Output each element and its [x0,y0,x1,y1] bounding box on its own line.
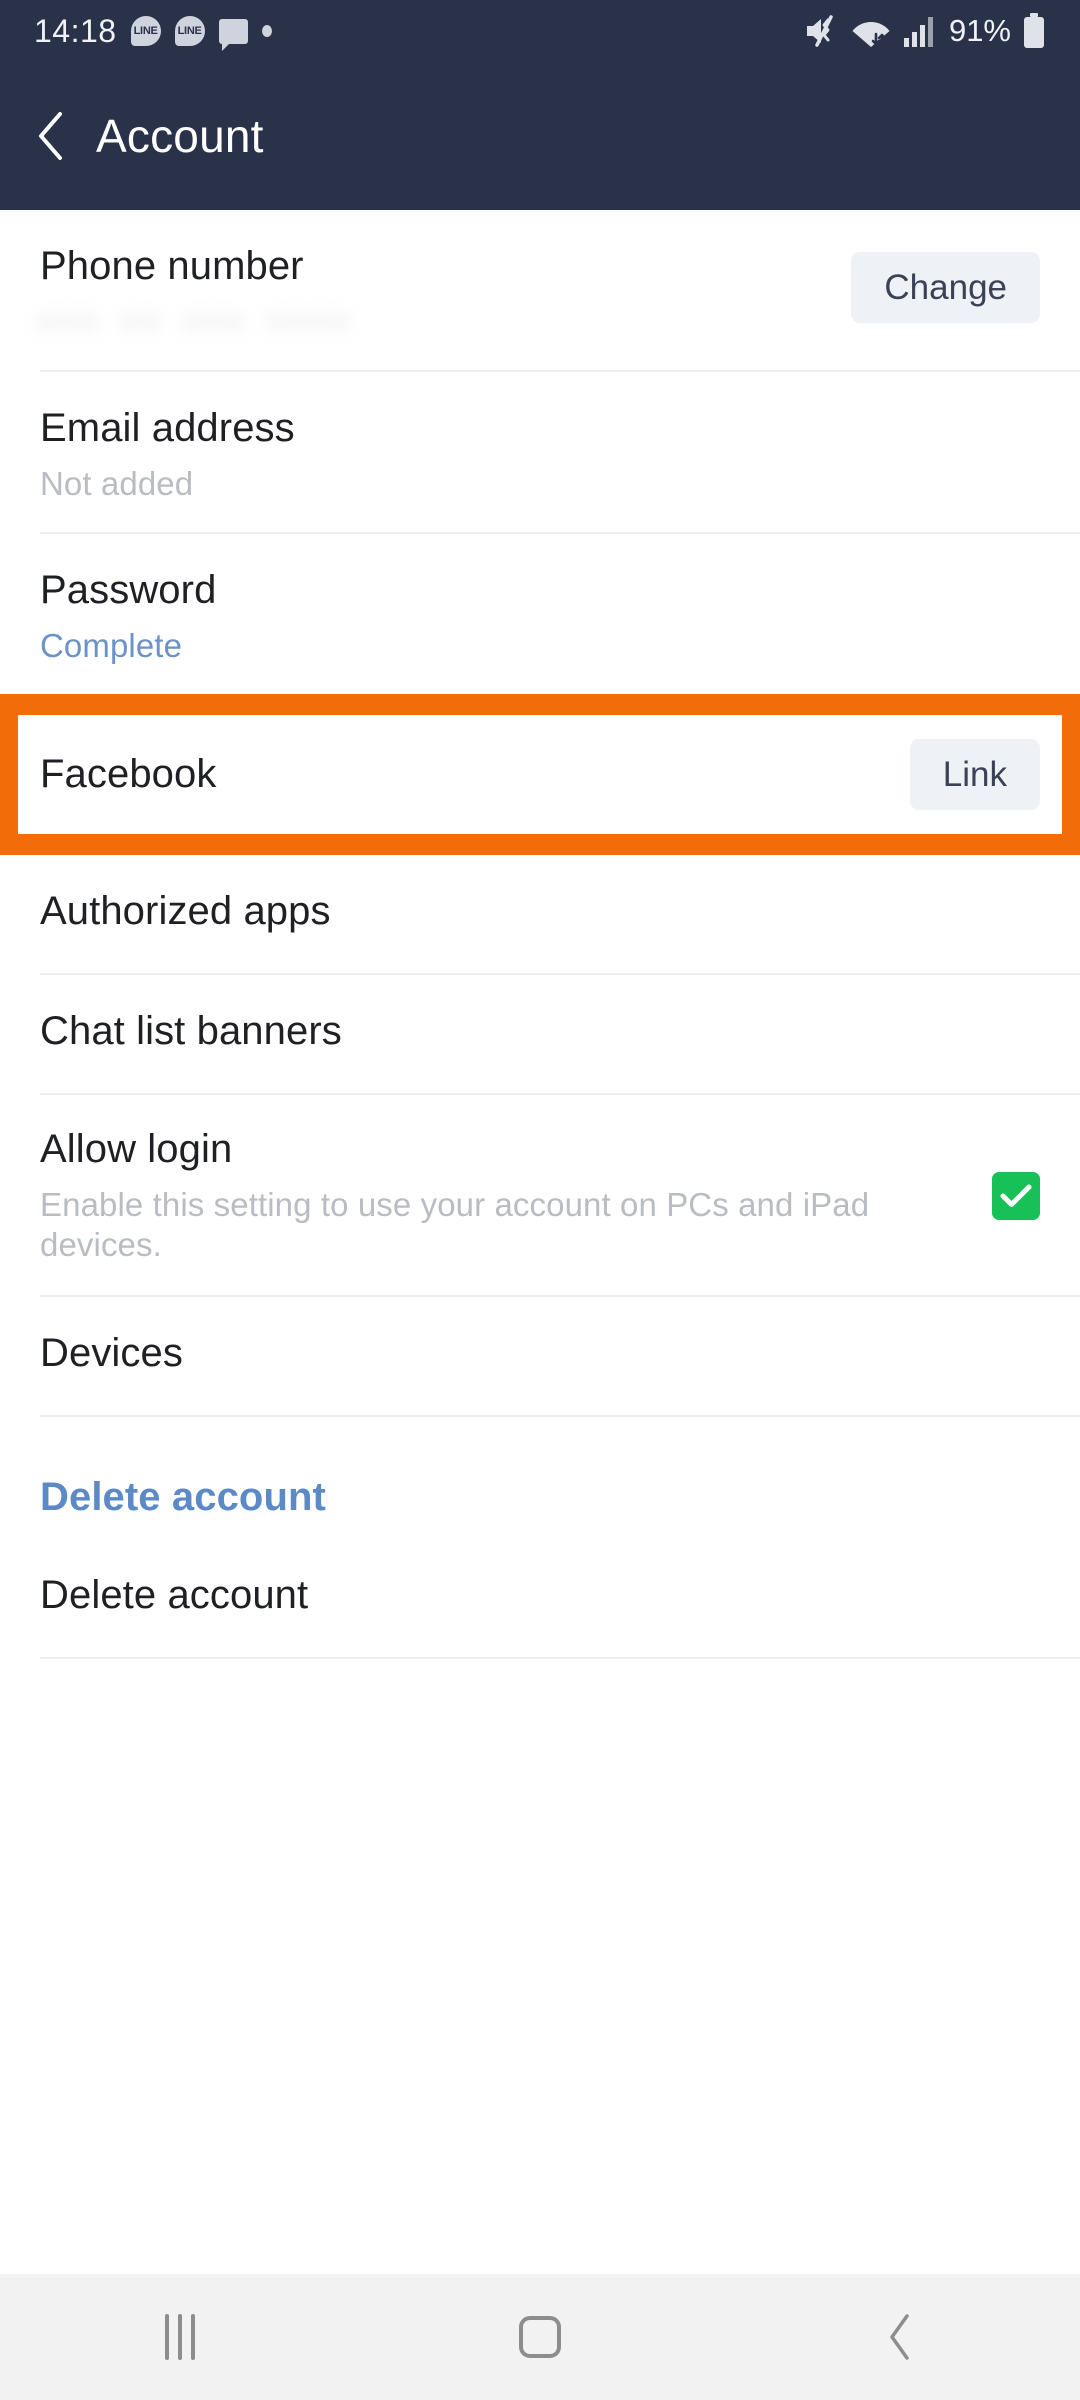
back-icon [890,2314,909,2360]
phone-number-value: ••• •• ••• •••• [40,302,357,340]
row-delete-account[interactable]: Delete account [0,1547,1080,1658]
row-title: Phone number [40,244,304,288]
row-allow-login[interactable]: Allow login Enable this setting to use y… [0,1095,1080,1296]
back-chevron-icon[interactable] [34,110,68,162]
mute-icon [806,15,833,47]
row-title: Email address [40,406,295,451]
row-authorized-apps[interactable]: Authorized apps [0,855,1080,974]
line-icon: LINE [130,16,161,46]
row-title: Delete account [40,1573,309,1618]
home-button[interactable] [360,2274,720,2400]
status-time: 14:18 [34,12,117,49]
dot-icon [261,25,272,37]
status-bar-right: 91% [804,13,1046,49]
status-bar-left: 14:18 LINE LINE [34,12,272,51]
change-button[interactable]: Change [851,252,1040,323]
highlight-frame: Facebook Link [0,694,1080,856]
delete-account-link[interactable]: Delete account [40,1475,1040,1520]
home-icon [519,2316,561,2358]
android-nav-bar [0,2274,1080,2400]
app-bar: Account [0,62,1080,210]
email-status: Not added [40,464,194,502]
row-title: Devices [40,1331,183,1376]
row-devices[interactable]: Devices [0,1297,1080,1416]
row-title: Authorized apps [40,889,331,934]
page-title: Account [96,110,264,162]
battery-icon [1024,13,1044,48]
row-chat-list-banners[interactable]: Chat list banners [0,975,1080,1094]
allow-login-checkbox[interactable] [992,1172,1040,1221]
settings-list: Phone number ••• •• ••• •••• Change Emai… [0,210,1080,1660]
divider [40,1657,1080,1660]
recents-icon [165,2314,195,2360]
row-title: Password [40,568,217,613]
row-title: Allow login [40,1127,233,1172]
line-icon: LINE [174,16,205,46]
row-title: Facebook [40,752,217,797]
row-password[interactable]: Password Complete [0,534,1080,695]
link-button[interactable]: Link [909,739,1040,811]
row-email-address[interactable]: Email address Not added [0,372,1080,533]
password-status: Complete [40,626,183,664]
row-delete-account-link[interactable]: Delete account [0,1465,1080,1548]
spacer [0,1417,1080,1466]
recents-button[interactable] [0,2274,360,2400]
check-icon [1000,1184,1032,1208]
back-button[interactable] [720,2274,1080,2400]
wifi-icon [852,22,890,47]
allow-login-description: Enable this setting to use your account … [40,1185,870,1264]
row-title: Chat list banners [40,1009,342,1054]
battery-percent: 91% [948,13,1011,48]
row-phone-number[interactable]: Phone number ••• •• ••• •••• Change [0,210,1080,371]
message-icon [218,18,248,51]
status-bar: 14:18 LINE LINE 91% [0,0,1080,62]
signal-icon [903,17,933,47]
row-facebook[interactable]: Facebook Link [40,715,1040,834]
